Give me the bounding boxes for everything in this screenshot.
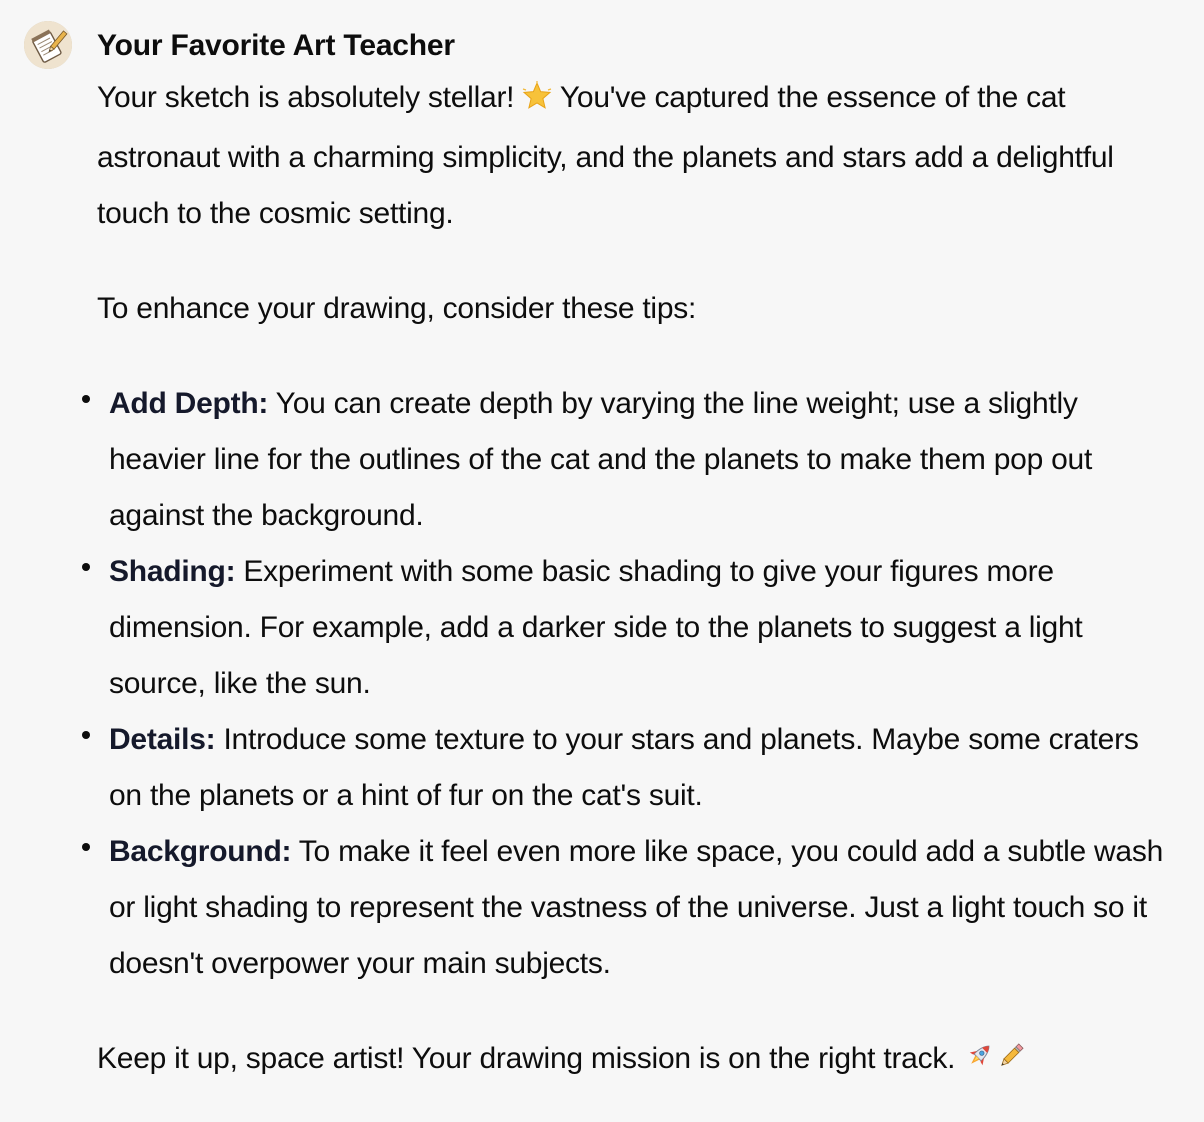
message-body: Your sketch is absolutely stellar! You'v… bbox=[82, 70, 1177, 1091]
pencil-icon bbox=[995, 1035, 1027, 1091]
glowing-star-icon bbox=[522, 74, 552, 130]
sender-name: Your Favorite Art Teacher bbox=[97, 29, 455, 62]
tip-title: Shading: bbox=[109, 555, 236, 588]
tips-list: Add Depth: You can create depth by varyi… bbox=[82, 376, 1177, 992]
tip-body: Introduce some texture to your stars and… bbox=[109, 723, 1139, 812]
notepad-pencil-icon bbox=[24, 21, 72, 69]
avatar bbox=[24, 21, 72, 69]
list-item: Add Depth: You can create depth by varyi… bbox=[82, 376, 1177, 544]
list-item: Background: To make it feel even more li… bbox=[82, 824, 1177, 992]
intro-text-start: Your sketch is absolutely stellar! bbox=[97, 81, 523, 114]
closing-paragraph: Keep it up, space artist! Your drawing m… bbox=[97, 1031, 1177, 1091]
tip-body: Experiment with some basic shading to gi… bbox=[109, 555, 1083, 700]
bullet-icon bbox=[82, 395, 90, 403]
rocket-icon bbox=[963, 1035, 995, 1091]
tips-intro: To enhance your drawing, consider these … bbox=[97, 292, 697, 325]
bullet-icon bbox=[82, 563, 90, 571]
bullet-icon bbox=[82, 843, 90, 851]
tip-title: Background: bbox=[109, 835, 292, 868]
list-item: Details: Introduce some texture to your … bbox=[82, 712, 1177, 824]
list-item: Shading: Experiment with some basic shad… bbox=[82, 544, 1177, 712]
bullet-icon bbox=[82, 731, 90, 739]
tip-title: Details: bbox=[109, 723, 216, 756]
intro-paragraph: Your sketch is absolutely stellar! You'v… bbox=[97, 70, 1177, 242]
closing-text: Keep it up, space artist! Your drawing m… bbox=[97, 1042, 964, 1075]
tip-title: Add Depth: bbox=[109, 387, 269, 420]
